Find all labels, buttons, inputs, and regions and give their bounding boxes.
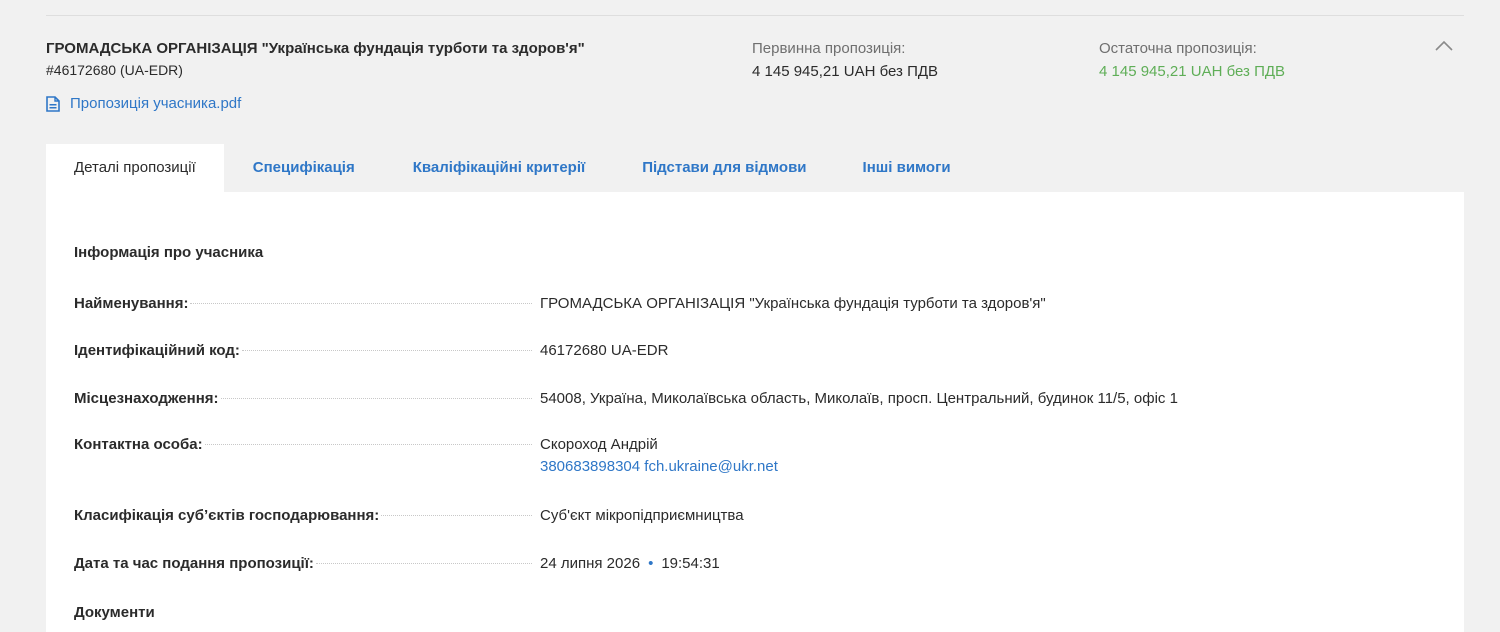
detail-key: Класифікація суб’єктів господарювання: [74, 507, 380, 524]
contact-link[interactable]: 380683898304 fch.ukraine@ukr.net [540, 458, 778, 475]
tab-specification[interactable]: Специфікація [224, 144, 384, 192]
documents-title: Документи [74, 604, 155, 621]
pdf-link-label: Пропозиція учасника.pdf [70, 95, 242, 112]
participant-offer-pdf-link[interactable]: Пропозиція учасника.pdf [46, 95, 241, 112]
submission-date: 24 липня 2026 [540, 555, 641, 572]
participant-id: #46172680 (UA-EDR) [46, 62, 183, 78]
section-title: Інформація про учасника [74, 244, 264, 261]
contact-person: Скороход Андрій [540, 436, 658, 453]
dot-leader [381, 515, 532, 516]
chevron-up-icon[interactable] [1434, 38, 1454, 54]
detail-value: 46172680 UA-EDR [540, 342, 669, 359]
dot-leader [220, 398, 532, 399]
offer-tabs: Деталі пропозиції Специфікація Кваліфіка… [46, 144, 979, 192]
participant-name: ГРОМАДСЬКА ОРГАНІЗАЦІЯ "Українська фунда… [46, 40, 585, 57]
detail-value: ГРОМАДСЬКА ОРГАНІЗАЦІЯ "Українська фунда… [540, 295, 1046, 312]
offer-details-panel: Інформація про учасника Найменування: ГР… [46, 192, 1464, 632]
tab-other-requirements[interactable]: Інші вимоги [835, 144, 979, 192]
final-offer-value: 4 145 945,21 UAH без ПДВ [1099, 63, 1286, 80]
detail-key: Місцезнаходження: [74, 390, 219, 407]
top-divider [46, 15, 1464, 16]
detail-key: Ідентифікаційний код: [74, 342, 240, 359]
detail-value: Суб'єкт мікропідприємництва [540, 507, 744, 524]
detail-key: Найменування: [74, 295, 189, 312]
dot-leader [315, 563, 532, 564]
document-icon [46, 95, 60, 112]
detail-value: 54008, Україна, Миколаївська область, Ми… [540, 390, 1178, 407]
detail-key: Контактна особа: [74, 436, 203, 453]
final-offer: Остаточна пропозиція: 4 145 945,21 UAH б… [1099, 40, 1285, 80]
submission-time: 19:54:31 [661, 555, 720, 572]
dot-leader [204, 444, 532, 445]
initial-offer-value: 4 145 945,21 UAH без ПДВ [752, 63, 939, 80]
initial-offer: Первинна пропозиція: 4 145 945,21 UAH бе… [752, 40, 938, 80]
final-offer-label: Остаточна пропозиція: [1099, 40, 1257, 57]
detail-key: Дата та час подання пропозиції: [74, 555, 314, 572]
tab-offer-details[interactable]: Деталі пропозиції [46, 144, 224, 192]
dot-leader [190, 303, 532, 304]
initial-offer-label: Первинна пропозиція: [752, 40, 906, 57]
dot-leader [241, 350, 532, 351]
tab-qualification-criteria[interactable]: Кваліфікаційні критерії [384, 144, 615, 192]
bullet-separator: • [648, 555, 654, 572]
tab-rejection-grounds[interactable]: Підстави для відмови [614, 144, 834, 192]
